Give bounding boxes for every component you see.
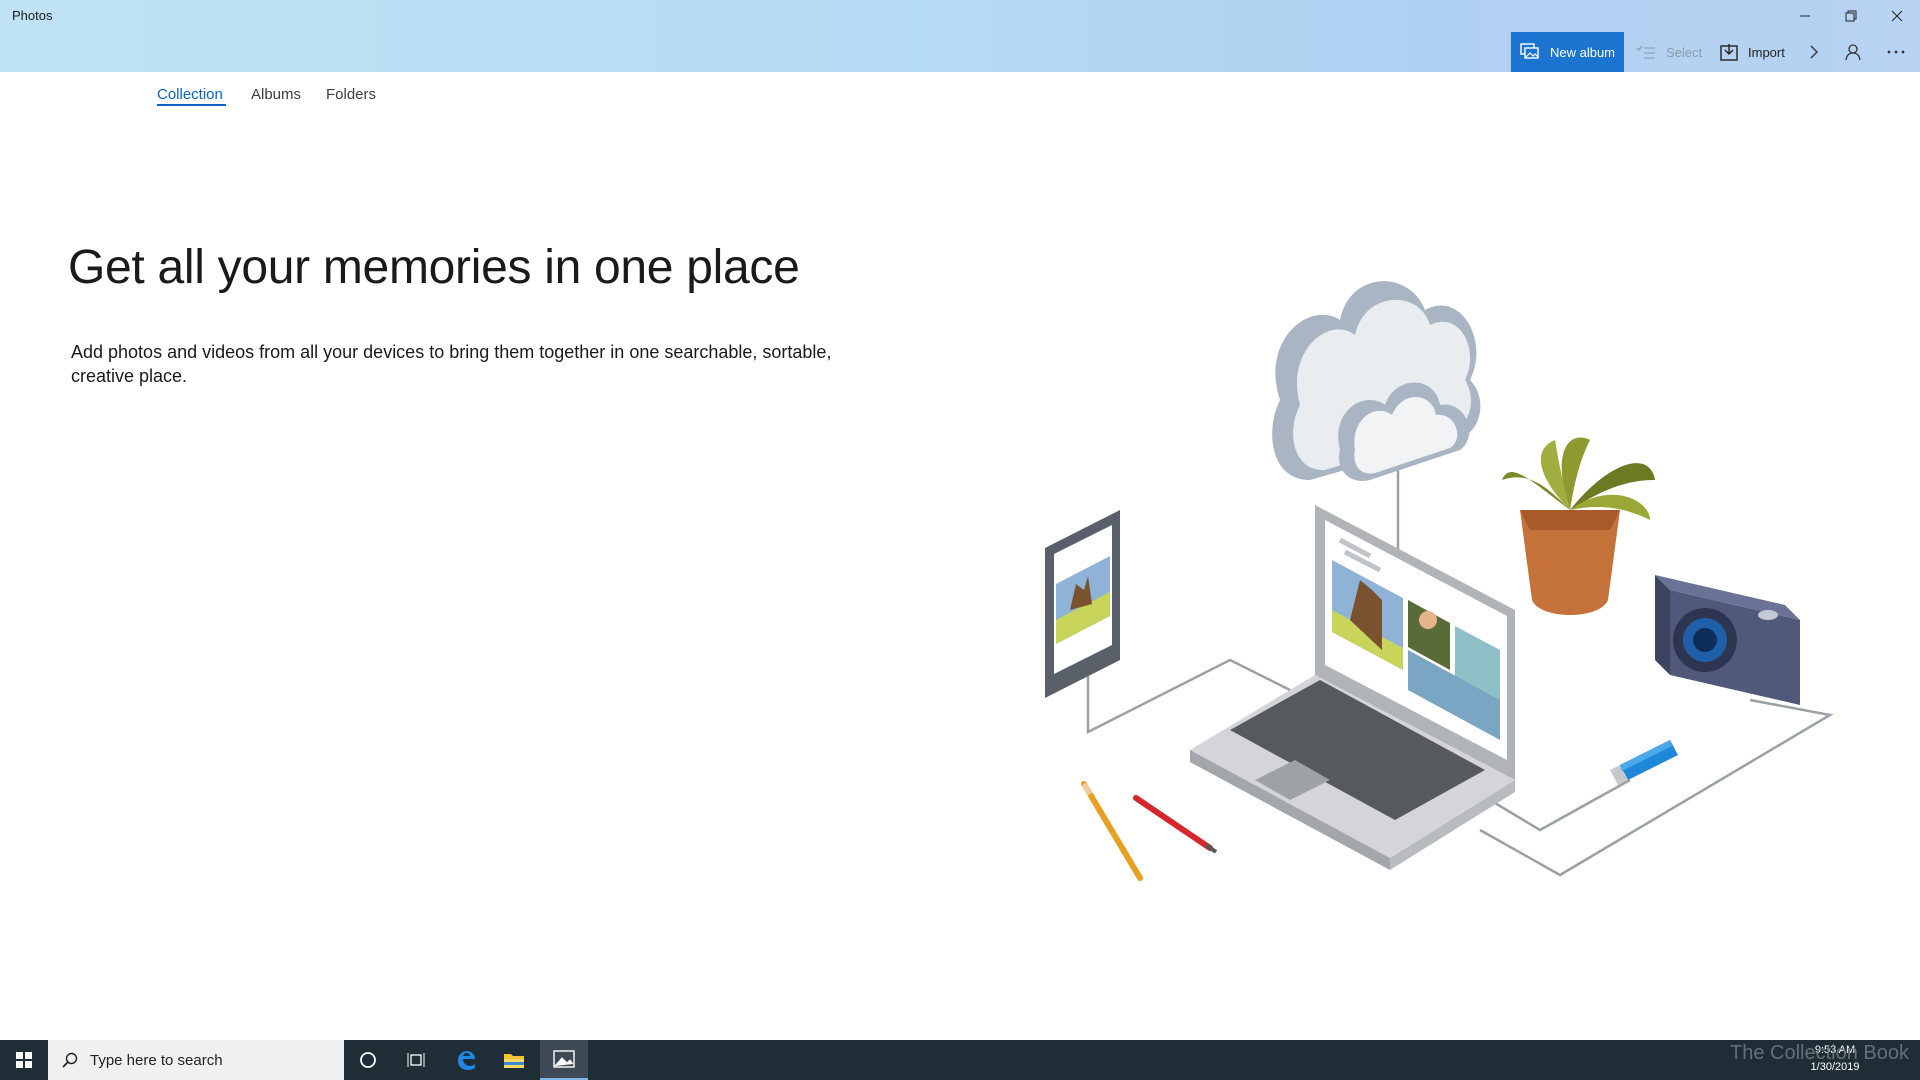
minimize-button[interactable] [1782,0,1828,32]
close-icon [1891,10,1903,22]
windows-start-icon [16,1052,32,1068]
select-label: Select [1666,44,1703,60]
start-button[interactable] [0,1040,48,1080]
edge-button[interactable] [442,1040,490,1080]
photos-taskbar-button[interactable] [540,1040,588,1080]
close-button[interactable] [1874,0,1920,32]
account-button[interactable] [1834,32,1874,72]
title-bar: Photos New album Select Import [0,0,1920,72]
import-icon [1720,44,1738,61]
task-view-icon [407,1053,425,1067]
cloud-icon [1272,281,1481,481]
cortana-button[interactable] [344,1040,392,1080]
see-more-button[interactable] [1876,32,1916,72]
taskbar: Type here to search 9:53 AM 1/30/2019 [0,1040,1920,1080]
usb-drive-icon [1610,740,1678,785]
cortana-icon [360,1052,376,1068]
edge-icon [458,1051,475,1070]
search-icon [62,1052,78,1068]
import-button[interactable]: Import [1720,32,1785,72]
new-album-icon [1520,43,1539,59]
plant-icon [1502,437,1655,615]
laptop-icon [1190,505,1515,870]
select-icon [1636,45,1655,59]
chevron-right-icon [1810,45,1818,59]
watermark: The Collection Book [1730,1042,1909,1064]
account-icon [1845,44,1861,61]
page-description: Add photos and videos from all your devi… [71,342,832,386]
pencil-icon [1081,781,1218,881]
file-explorer-button[interactable] [490,1040,538,1080]
minimize-icon [1800,15,1810,17]
restore-icon [1845,10,1857,22]
file-explorer-icon [504,1054,524,1068]
select-button[interactable]: Select [1636,32,1702,72]
devices-illustration [1045,281,1834,881]
page-headline: Get all your memories in one place [68,241,800,294]
photos-icon [553,1050,575,1068]
more-icon [1887,50,1905,54]
tab-folders[interactable]: Folders [326,86,376,103]
phone-icon [1045,510,1120,698]
new-album-label: New album [1549,44,1616,60]
taskbar-search-box[interactable]: Type here to search [48,1040,344,1080]
search-placeholder: Type here to search [90,1051,223,1069]
import-label: Import [1748,44,1785,60]
more-commands-button[interactable] [1794,32,1834,72]
tab-collection[interactable]: Collection [157,86,223,103]
new-album-button[interactable]: New album [1511,32,1624,72]
camera-icon [1655,575,1800,705]
app-title: Photos [12,8,53,23]
tab-active-indicator [157,104,226,106]
tab-albums[interactable]: Albums [251,86,301,103]
restore-button[interactable] [1828,0,1874,32]
task-view-button[interactable] [392,1040,440,1080]
